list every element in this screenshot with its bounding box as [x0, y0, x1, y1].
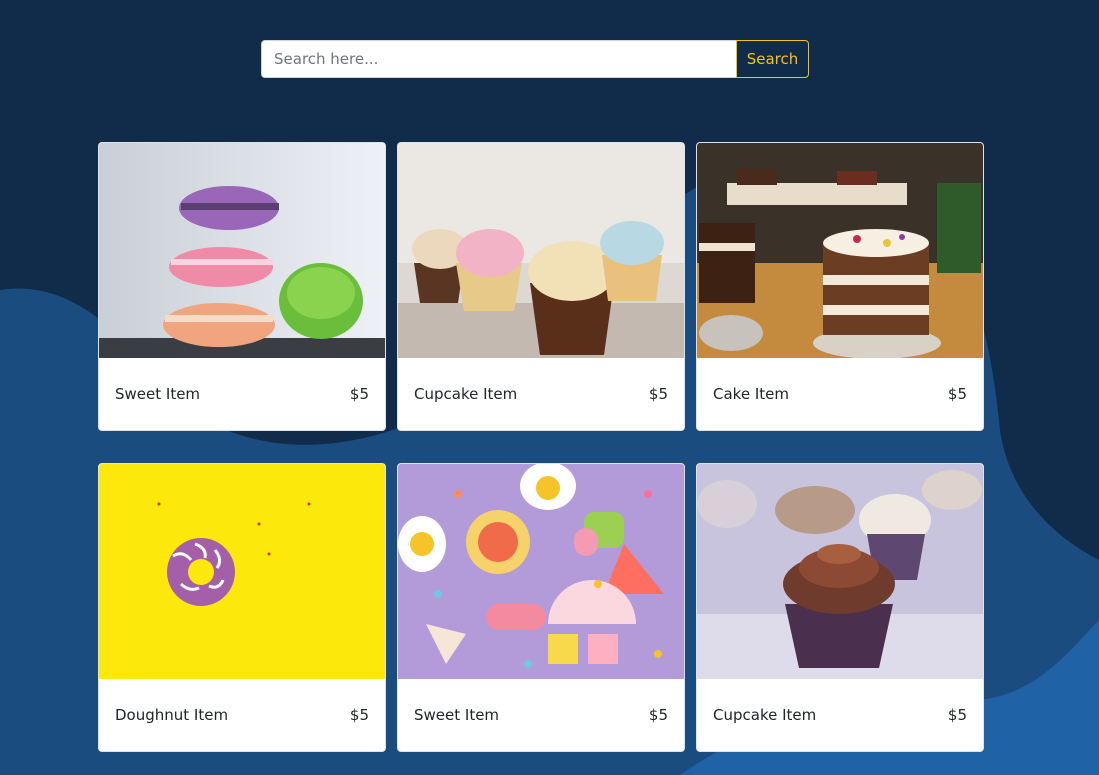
card-footer: Cupcake Item $5	[398, 358, 684, 430]
product-card[interactable]: Sweet Item $5	[397, 463, 685, 752]
search-button[interactable]: Search	[736, 40, 809, 78]
product-card[interactable]: Sweet Item $5	[98, 142, 386, 431]
product-name: Cupcake Item	[713, 706, 817, 724]
product-name: Cupcake Item	[414, 385, 518, 403]
product-name: Sweet Item	[115, 385, 201, 403]
search-bar: Search	[261, 40, 810, 78]
card-footer: Sweet Item $5	[398, 679, 684, 751]
product-price: $5	[947, 385, 967, 403]
product-price: $5	[648, 706, 668, 724]
card-footer: Doughnut Item $5	[99, 679, 385, 751]
card-footer: Sweet Item $5	[99, 358, 385, 430]
product-price: $5	[349, 385, 369, 403]
product-card[interactable]: Cupcake Item $5	[696, 463, 984, 752]
search-input[interactable]	[261, 40, 737, 78]
chocolate-cupcake-image	[697, 464, 983, 679]
stacked-macarons-image	[99, 143, 385, 358]
product-card[interactable]: Cake Item $5	[696, 142, 984, 431]
product-price: $5	[648, 385, 668, 403]
product-price: $5	[349, 706, 369, 724]
product-name: Sweet Item	[414, 706, 500, 724]
purple-doughnut-on-yellow-image	[99, 464, 385, 679]
cupcakes-row-image	[398, 143, 684, 358]
card-footer: Cake Item $5	[697, 358, 983, 430]
product-name: Cake Item	[713, 385, 789, 403]
product-name: Doughnut Item	[115, 706, 229, 724]
product-grid: Sweet Item $5 Cupcake Item $5 Cake Item …	[98, 142, 984, 752]
product-price: $5	[947, 706, 967, 724]
product-card[interactable]: Cupcake Item $5	[397, 142, 685, 431]
gummy-candies-sprinkles-image	[398, 464, 684, 679]
card-footer: Cupcake Item $5	[697, 679, 983, 751]
product-card[interactable]: Doughnut Item $5	[98, 463, 386, 752]
layered-cakes-image	[697, 143, 983, 358]
